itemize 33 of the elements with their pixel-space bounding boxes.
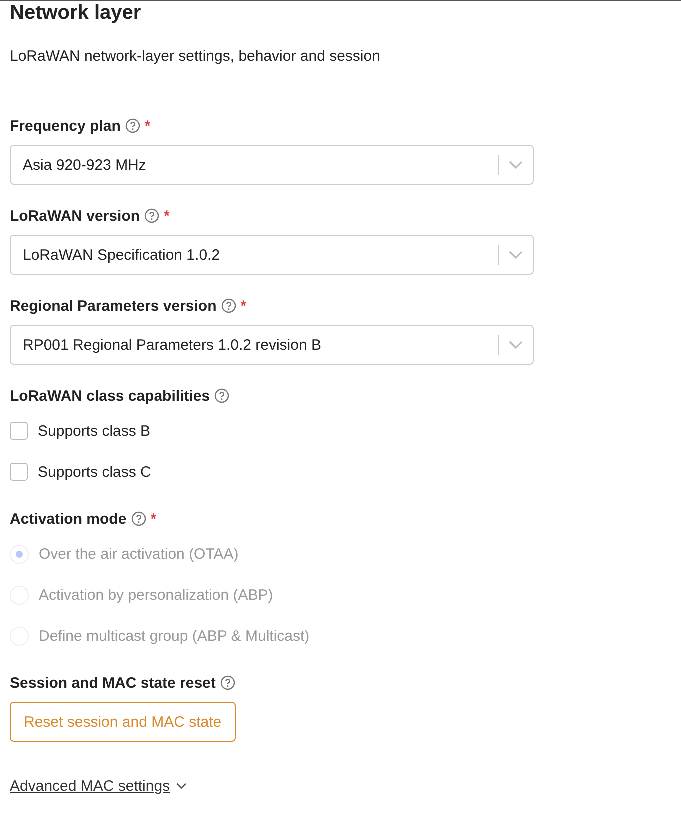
field-label: LoRaWAN class capabilities [10, 388, 210, 404]
field-label: LoRaWAN version [10, 208, 140, 224]
field-label: Session and MAC state reset [10, 674, 216, 692]
help-icon[interactable] [144, 208, 160, 224]
help-icon[interactable] [130, 511, 147, 527]
select-field[interactable]: LoRaWAN Specification 1.0.2 [10, 235, 534, 275]
radio-label: Activation by personalization (ABP) [39, 586, 274, 604]
select-field[interactable]: RP001 Regional Parameters 1.0.2 revision B [10, 325, 534, 365]
required-mark: * [240, 298, 247, 314]
chevron-down-icon [509, 341, 523, 349]
chevron-down-icon [509, 161, 523, 169]
field-label: Activation mode [10, 510, 127, 528]
help-icon[interactable] [124, 118, 141, 134]
required-mark: * [150, 510, 157, 528]
chevron-down-icon[interactable] [176, 783, 188, 790]
required-mark: * [144, 118, 151, 134]
chevron-down-icon [509, 251, 523, 259]
section-title: Network layer [10, 1, 142, 24]
field-label: Regional Parameters version [10, 298, 217, 314]
checkbox-label: Supports class C [38, 464, 152, 480]
help-icon[interactable] [220, 675, 236, 691]
radio-label: Define multicast group (ABP & Multicast) [39, 628, 310, 644]
checkbox[interactable] [10, 422, 28, 440]
select-field[interactable]: Asia 920-923 MHz [10, 145, 534, 185]
required-mark: * [164, 208, 170, 224]
checkbox-label: Supports class B [38, 422, 151, 440]
radio-label: Over the air activation (OTAA) [39, 546, 239, 562]
section-description: LoRaWAN network-layer settings, behavior and session [10, 47, 382, 67]
advanced-settings-link[interactable]: Advanced MAC settings [10, 778, 170, 795]
checkbox[interactable] [10, 463, 28, 481]
help-icon[interactable] [214, 388, 230, 404]
field-label: Frequency plan [10, 118, 121, 134]
help-icon[interactable] [220, 298, 237, 314]
